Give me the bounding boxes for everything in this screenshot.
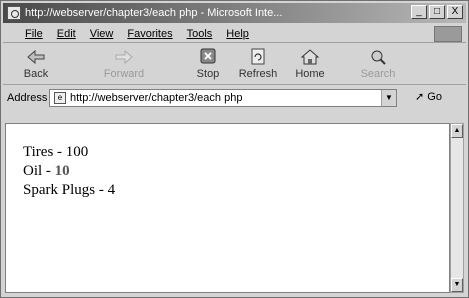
minimize-button[interactable]: _ (411, 5, 427, 19)
search-icon (367, 47, 389, 67)
menu-bar: File Edit View Favorites Tools Help (3, 25, 466, 43)
toolbar: Back Forward Stop Refresh Home Search (3, 45, 466, 85)
home-button[interactable]: Home (285, 47, 335, 83)
browser-window: http://webserver/chapter3/each php - Mic… (0, 0, 469, 298)
menu-file[interactable]: File (25, 28, 43, 40)
address-label: Address (7, 92, 48, 104)
menu-help[interactable]: Help (226, 28, 249, 40)
address-url: http://webserver/chapter3/each php (70, 92, 243, 104)
home-icon (299, 47, 321, 67)
close-button[interactable]: X (447, 5, 463, 19)
go-arrow-icon: ➚ (415, 91, 425, 103)
menu-tools[interactable]: Tools (187, 28, 213, 40)
refresh-label: Refresh (238, 68, 278, 80)
item-name: Oil (23, 163, 43, 179)
list-item: Oil - 10 (23, 163, 70, 179)
go-label: Go (427, 91, 442, 103)
forward-label: Forward (103, 68, 145, 80)
search-button[interactable]: Search (353, 47, 403, 83)
scroll-down-icon[interactable]: ▼ (451, 278, 463, 292)
back-button[interactable]: Back (11, 47, 61, 83)
forward-button[interactable]: Forward (99, 47, 149, 83)
title-bar[interactable]: http://webserver/chapter3/each php - Mic… (3, 3, 466, 23)
ie-icon (7, 6, 21, 20)
search-label: Search (360, 68, 396, 80)
list-item: Tires - 100 (23, 144, 89, 160)
page-icon: e (54, 92, 66, 104)
back-label: Back (23, 68, 49, 80)
refresh-button[interactable]: Refresh (233, 47, 283, 83)
menu-view[interactable]: View (90, 28, 114, 40)
vertical-scrollbar[interactable]: ▲ ▼ (450, 123, 464, 293)
menu-edit[interactable]: Edit (57, 28, 76, 40)
address-dropdown-icon[interactable]: ▼ (381, 90, 396, 106)
maximize-button[interactable]: □ (429, 5, 445, 19)
forward-arrow-icon (113, 47, 135, 67)
back-arrow-icon (25, 47, 47, 67)
stop-button[interactable]: Stop (183, 47, 233, 83)
list-item: Spark Plugs - 4 (23, 182, 116, 198)
refresh-icon (247, 47, 269, 67)
scroll-up-icon[interactable]: ▲ (451, 124, 463, 138)
stop-icon (197, 47, 219, 67)
window-controls: _ □ X (411, 5, 463, 19)
go-button[interactable]: ➚ Go (415, 90, 442, 103)
stop-label: Stop (196, 68, 220, 80)
item-list: Tires - 100 Oil - 10 Spark Plugs - 4 (23, 143, 115, 200)
item-value: 4 (107, 182, 116, 198)
item-name: Spark Plugs (23, 182, 96, 198)
home-label: Home (295, 68, 325, 80)
address-field[interactable]: e http://webserver/chapter3/each php ▼ (49, 89, 397, 107)
item-value: 100 (65, 144, 89, 160)
menu-favorites[interactable]: Favorites (127, 28, 172, 40)
item-name: Tires (23, 144, 54, 160)
address-bar: Address e http://webserver/chapter3/each… (3, 87, 466, 109)
windows-logo-icon (434, 26, 462, 42)
item-value: 10 (54, 163, 70, 179)
window-title: http://webserver/chapter3/each php - Mic… (25, 7, 283, 19)
